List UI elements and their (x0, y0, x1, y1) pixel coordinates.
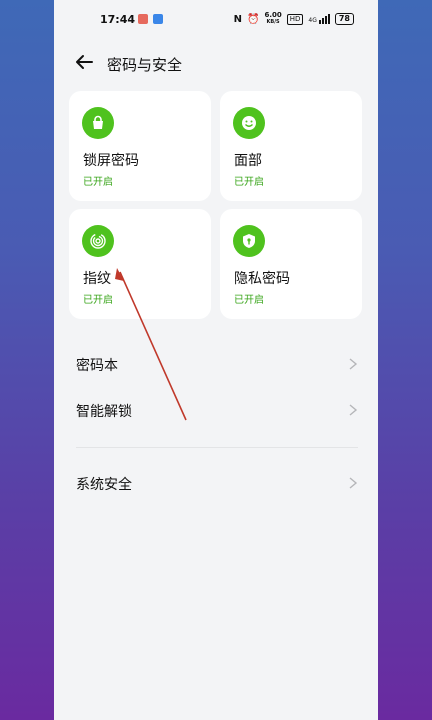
card-status: 已开启 (83, 295, 113, 306)
back-arrow-icon[interactable] (72, 50, 96, 74)
list-item-system-security[interactable]: 系统安全 (54, 463, 378, 503)
chevron-right-icon (349, 358, 358, 370)
section-divider (76, 447, 358, 448)
network-speed: 6.00 KB/S (264, 11, 282, 26)
battery-indicator: 78 (334, 13, 354, 25)
chevron-right-icon (349, 477, 358, 489)
list-item-label: 密码本 (76, 358, 118, 374)
card-label: 锁屏密码 (83, 153, 139, 169)
phone-screen: 17:44 N ⏰ 6.00 KB/S HD 4G 78 密码与安全 锁屏密码 … (54, 0, 378, 720)
card-lock-screen-password[interactable]: 锁屏密码 已开启 (69, 91, 211, 201)
card-privacy-password[interactable]: 隐私密码 已开启 (220, 209, 362, 319)
card-status: 已开启 (234, 295, 264, 306)
signal-icon: 4G (308, 14, 330, 24)
page-title: 密码与安全 (107, 56, 183, 74)
card-status: 已开启 (234, 177, 264, 188)
notification-app-icon (138, 14, 148, 24)
card-label: 指纹 (83, 271, 111, 287)
face-icon (233, 107, 265, 139)
card-face[interactable]: 面部 已开启 (220, 91, 362, 201)
card-status: 已开启 (83, 177, 113, 188)
chevron-right-icon (349, 404, 358, 416)
hd-badge: HD (286, 13, 304, 25)
shield-icon (233, 225, 265, 257)
alarm-icon: ⏰ (247, 13, 260, 25)
page-header: 密码与安全 (54, 46, 378, 80)
nfc-icon: N (233, 13, 242, 25)
list-item-label: 系统安全 (76, 477, 132, 493)
status-time: 17:44 (100, 13, 136, 26)
list-item-password-book[interactable]: 密码本 (54, 344, 378, 384)
card-label: 面部 (234, 153, 262, 169)
list-item-smart-unlock[interactable]: 智能解锁 (54, 390, 378, 430)
list-item-label: 智能解锁 (76, 404, 132, 420)
fingerprint-icon (82, 225, 114, 257)
lock-icon (82, 107, 114, 139)
card-fingerprint[interactable]: 指纹 已开启 (69, 209, 211, 319)
notification-chat-icon (153, 14, 163, 24)
card-label: 隐私密码 (234, 271, 290, 287)
status-bar: 17:44 N ⏰ 6.00 KB/S HD 4G 78 (54, 0, 378, 36)
status-indicators: N ⏰ 6.00 KB/S HD 4G 78 (234, 12, 354, 26)
